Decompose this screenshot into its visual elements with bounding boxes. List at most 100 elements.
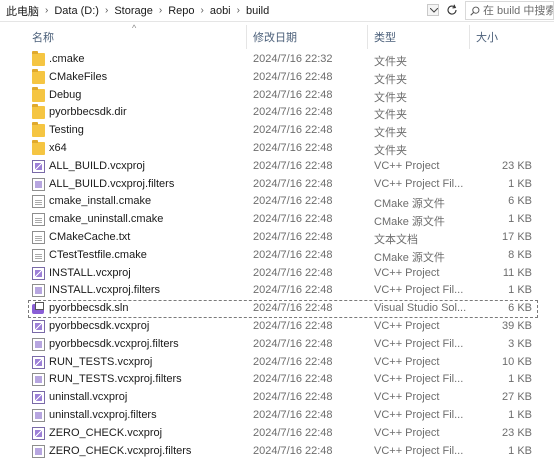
file-type: CMake 源文件 [374, 251, 445, 264]
file-date: 2024/7/16 22:32 [253, 53, 333, 65]
file-date: 2024/7/16 22:48 [253, 426, 333, 439]
file-date: 2024/7/16 22:48 [253, 159, 333, 172]
file-name: RUN_TESTS.vcxproj.filters [49, 373, 182, 386]
column-divider[interactable] [367, 25, 368, 49]
chevron-right-icon[interactable]: › [155, 5, 166, 16]
file-type: VC++ Project Fil... [374, 409, 464, 421]
file-type: VC++ Project [374, 426, 440, 439]
file-date: 2024/7/16 22:48 [253, 70, 333, 83]
file-date: 2024/7/16 22:48 [253, 248, 333, 261]
file-type: VC++ Project [374, 266, 440, 279]
file-row[interactable]: cmake_uninstall.cmake 2024/7/16 22:48 CMak… [0, 211, 554, 229]
file-size: 6 KB [508, 195, 532, 208]
filters-icon [32, 373, 45, 387]
file-row[interactable]: ZERO_CHECK.vcxproj 2024/7/16 22:48 VC++ Pr… [0, 425, 554, 443]
file-row[interactable]: pyorbbecsdk.dir 2024/7/16 22:48 文件夹 [0, 104, 554, 122]
file-date: 2024/7/16 22:48 [253, 266, 333, 279]
filters-icon [32, 337, 45, 351]
breadcrumb-build[interactable]: build [244, 5, 271, 17]
breadcrumb[interactable]: 此电脑 › Data (D:) › Storage › Repo › aobi … [0, 0, 440, 21]
file-type: VC++ Project [374, 391, 440, 404]
chevron-right-icon[interactable]: › [41, 5, 52, 16]
solution-icon [32, 302, 45, 316]
file-name: uninstall.vcxproj [49, 391, 128, 404]
file-size: 1 KB [508, 284, 532, 297]
file-name: .cmake [49, 53, 85, 65]
file-row[interactable]: Debug 2024/7/16 22:48 文件夹 [0, 86, 554, 105]
refresh-button[interactable] [444, 2, 460, 18]
file-row[interactable]: uninstall.vcxproj.filters 2024/7/16 22:48… [0, 407, 554, 425]
filters-icon [32, 444, 45, 458]
document-icon [32, 248, 45, 262]
vertical-scrollbar[interactable] [546, 48, 554, 465]
file-size: 1 KB [508, 409, 532, 421]
file-size: 1 KB [508, 213, 532, 226]
breadcrumb-storage[interactable]: Storage [112, 5, 155, 17]
file-name: Debug [49, 88, 82, 101]
file-date: 2024/7/16 22:48 [253, 302, 333, 315]
file-name: pyorbbecsdk.vcxproj.filters [49, 337, 179, 350]
file-date: 2024/7/16 22:48 [253, 142, 333, 154]
file-size: 1 KB [508, 373, 532, 386]
breadcrumb-aobi[interactable]: aobi [208, 5, 233, 17]
file-row[interactable]: Testing 2024/7/16 22:48 文件夹 [0, 122, 554, 140]
file-row[interactable]: INSTALL.vcxproj 2024/7/16 22:48 VC++ Proje… [0, 265, 554, 283]
breadcrumb-data-drive[interactable]: Data (D:) [52, 5, 101, 17]
folder-icon [32, 51, 45, 66]
sort-ascending-icon: ^ [132, 23, 137, 33]
file-row[interactable]: ALL_BUILD.vcxproj 2024/7/16 22:48 VC++ Pro… [0, 158, 554, 176]
file-row[interactable]: ALL_BUILD.vcxproj.filters 2024/7/16 22:48… [0, 176, 554, 194]
search-input[interactable] [483, 4, 553, 17]
file-type: VC++ Project Fil... [374, 177, 464, 190]
column-header-date[interactable]: 修改日期 [253, 29, 297, 45]
file-type: 文件夹 [374, 73, 407, 86]
file-row[interactable]: cmake_install.cmake 2024/7/16 22:48 CMake … [0, 193, 554, 211]
file-name: pyorbbecsdk.dir [49, 106, 127, 119]
file-row[interactable]: pyorbbecsdk.vcxproj.filters 2024/7/16 22:… [0, 336, 554, 354]
file-date: 2024/7/16 22:48 [253, 320, 333, 332]
chevron-right-icon[interactable]: › [233, 5, 244, 16]
file-row[interactable]: CMakeCache.txt 2024/7/16 22:48 文本文档 17 KB [0, 229, 554, 247]
file-row[interactable]: .cmake 2024/7/16 22:32 文件夹 [0, 51, 554, 69]
column-header-type[interactable]: 类型 [374, 29, 396, 45]
chevron-down-icon [430, 8, 438, 13]
column-header-name[interactable]: 名称 [32, 29, 54, 45]
chevron-right-icon[interactable]: › [196, 5, 207, 16]
file-row[interactable]: INSTALL.vcxproj.filters 2024/7/16 22:48 VC… [0, 282, 554, 300]
file-size: 23 KB [502, 426, 532, 439]
file-name: CMakeFiles [49, 70, 108, 83]
folder-icon [32, 68, 45, 84]
file-row[interactable]: RUN_TESTS.vcxproj.filters 2024/7/16 22:48… [0, 371, 554, 389]
file-row[interactable]: ZERO_CHECK.vcxproj.filters 2024/7/16 22:4… [0, 443, 554, 461]
file-date: 2024/7/16 22:48 [253, 88, 333, 101]
column-divider[interactable] [246, 25, 247, 49]
search-box[interactable] [465, 1, 554, 20]
file-name: INSTALL.vcxproj.filters [49, 284, 161, 297]
breadcrumb-this-pc[interactable]: 此电脑 [4, 3, 41, 19]
column-divider[interactable] [469, 25, 470, 49]
file-size: 3 KB [508, 337, 532, 350]
chevron-right-icon[interactable]: › [101, 5, 112, 16]
file-row[interactable]: x64 2024/7/16 22:48 文件夹 [0, 140, 554, 158]
breadcrumb-repo[interactable]: Repo [166, 5, 196, 17]
file-size: 8 KB [508, 248, 532, 261]
file-name: pyorbbecsdk.vcxproj [49, 320, 150, 332]
file-type: 文件夹 [374, 145, 407, 157]
file-type: CMake 源文件 [374, 198, 445, 211]
file-row[interactable]: CTestTestfile.cmake 2024/7/16 22:48 CMake … [0, 247, 554, 265]
file-type: VC++ Project Fil... [374, 337, 464, 350]
file-row[interactable]: pyorbbecsdk.sln 2024/7/16 22:48 Visual Stu… [0, 300, 554, 319]
file-row[interactable]: RUN_TESTS.vcxproj 2024/7/16 22:48 VC++ Pro… [0, 354, 554, 372]
column-header-size[interactable]: 大小 [476, 29, 498, 45]
column-header-row: ^ 名称 修改日期 类型 大小 [0, 23, 554, 49]
file-date: 2024/7/16 22:48 [253, 124, 333, 137]
file-date: 2024/7/16 22:48 [253, 231, 333, 243]
file-type: VC++ Project Fil... [374, 444, 464, 457]
address-dropdown-button[interactable] [427, 4, 439, 16]
file-row[interactable]: uninstall.vcxproj 2024/7/16 22:48 VC++ Pro… [0, 389, 554, 407]
filters-icon [32, 177, 45, 191]
file-type: 文本文档 [374, 234, 418, 246]
document-icon [32, 231, 45, 244]
file-row[interactable]: pyorbbecsdk.vcxproj 2024/7/16 22:48 VC++ P… [0, 318, 554, 336]
file-row[interactable]: CMakeFiles 2024/7/16 22:48 文件夹 [0, 68, 554, 87]
